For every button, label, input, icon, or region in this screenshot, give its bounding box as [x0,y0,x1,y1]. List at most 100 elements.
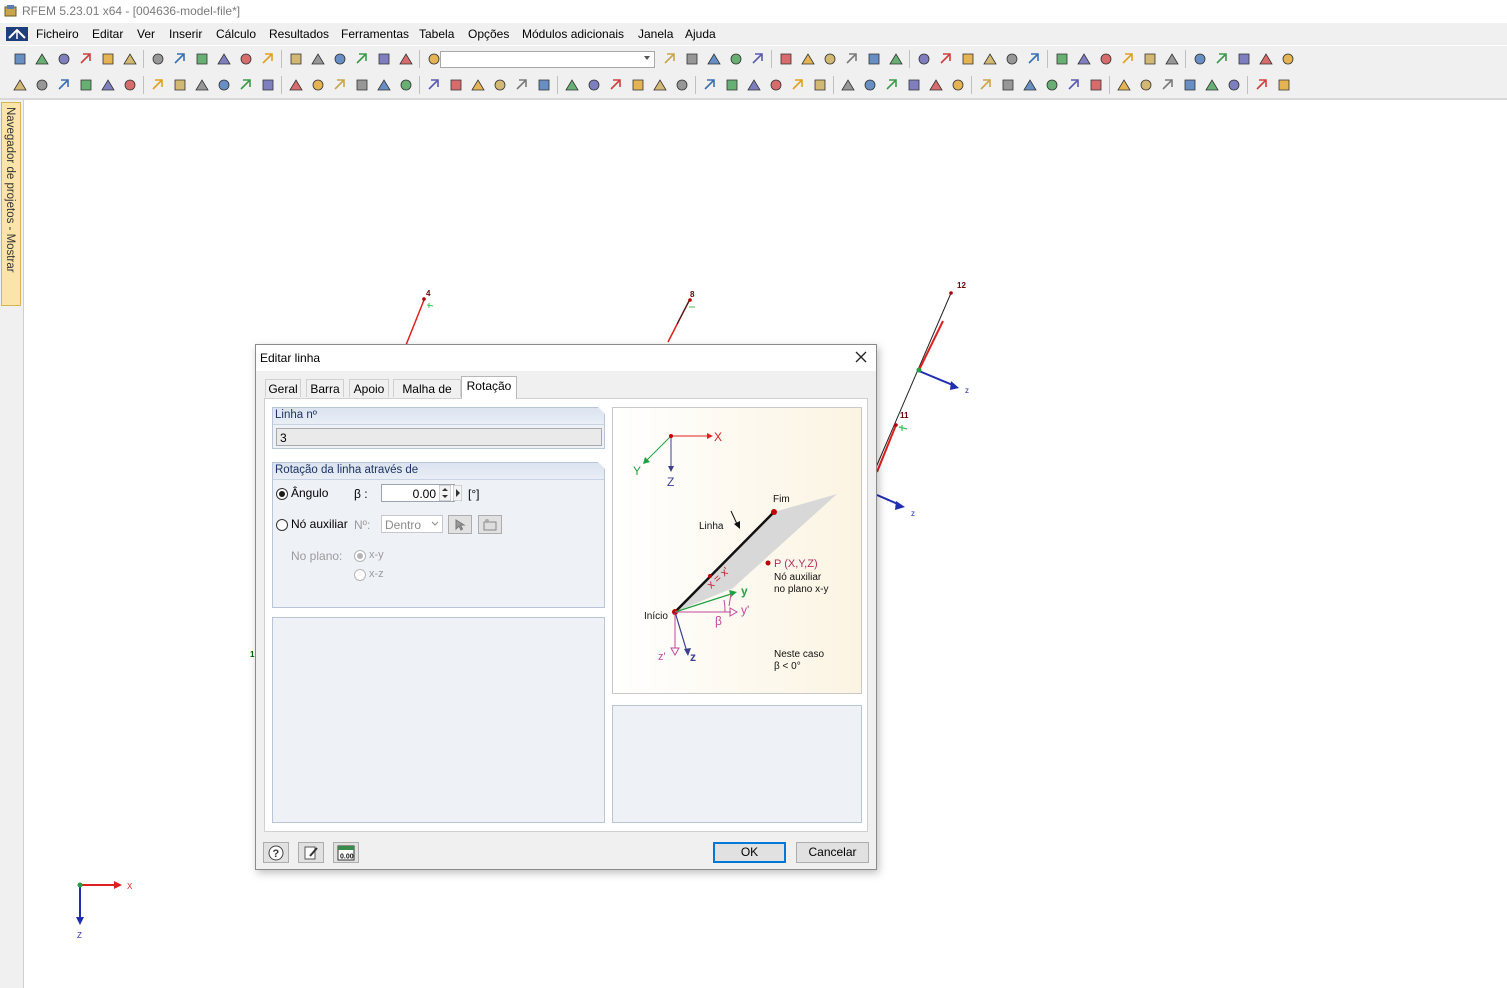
toolbar-tool-icon[interactable] [354,77,370,93]
toolbar-tool-icon[interactable] [768,77,784,93]
menu-ajuda[interactable]: Ajuda [685,27,716,41]
toolbar-tool-icon[interactable] [172,51,188,67]
toolbar-tool-icon[interactable] [514,77,530,93]
toolbar-tool-icon[interactable] [56,77,72,93]
menu-calculo[interactable]: Cálculo [216,27,256,41]
toolbar-tool-icon[interactable] [982,51,998,67]
toolbar-tool-icon[interactable] [1004,51,1020,67]
toolbar-tool-icon[interactable] [100,77,116,93]
toolbar-tool-icon[interactable] [100,51,116,67]
toolbar-tool-icon[interactable] [844,51,860,67]
toolbar-tool-icon[interactable] [448,77,464,93]
toolbar-tool-icon[interactable] [674,77,690,93]
toolbar-tool-icon[interactable] [260,77,276,93]
toolbar-tool-icon[interactable] [1182,77,1198,93]
toolbar-tool-icon[interactable] [1164,51,1180,67]
toolbar-tool-icon[interactable] [1258,51,1274,67]
toolbar-tool-icon[interactable] [376,51,392,67]
toolbar-tool-icon[interactable] [1066,77,1082,93]
member-line[interactable] [676,300,690,325]
toolbar-tool-icon[interactable] [1254,77,1270,93]
toolbar-tool-icon[interactable] [492,77,508,93]
toolbar-tool-icon[interactable] [822,51,838,67]
radio-angle[interactable] [276,488,288,500]
radio-plane-xz[interactable] [354,569,366,581]
toolbar-tool-icon[interactable] [1280,51,1296,67]
toolbar-tool-icon[interactable] [706,51,722,67]
toolbar-tool-icon[interactable] [1098,51,1114,67]
toolbar-tool-icon[interactable] [354,51,370,67]
toolbar-tool-icon[interactable] [34,51,50,67]
toolbar-tool-icon[interactable] [702,77,718,93]
toolbar-tool-icon[interactable] [938,51,954,67]
menu-inserir[interactable]: Inserir [169,27,202,41]
toolbar-tool-icon[interactable] [1192,51,1208,67]
toolbar-tool-icon[interactable] [470,77,486,93]
toolbar-tool-icon[interactable] [950,77,966,93]
radio-plane-xy[interactable] [354,550,366,562]
toolbar-tool-icon[interactable] [888,51,904,67]
toolbar-tool-icon[interactable] [216,51,232,67]
member-line[interactable] [876,424,897,473]
toolbar-tool-icon[interactable] [960,51,976,67]
toolbar-tool-icon[interactable] [238,77,254,93]
toolbar-tool-icon[interactable] [12,51,28,67]
toolbar-tool-icon[interactable] [1116,77,1132,93]
toolbar-tool-icon[interactable] [1160,77,1176,93]
toolbar-tool-icon[interactable] [310,51,326,67]
menu-tabela[interactable]: Tabela [419,27,454,41]
toolbar-tool-icon[interactable] [216,77,232,93]
toolbar-tool-icon[interactable] [884,77,900,93]
toolbar-tool-icon[interactable] [122,51,138,67]
toolbar-tool-icon[interactable] [238,51,254,67]
toolbar-tool-icon[interactable] [78,51,94,67]
toolbar-tool-icon[interactable] [288,77,304,93]
toolbar-tool-icon[interactable] [564,77,580,93]
toolbar-tool-icon[interactable] [1026,51,1042,67]
menu-ferramentas[interactable]: Ferramentas [341,27,409,41]
toolbar-tool-icon[interactable] [866,51,882,67]
toolbar-tool-icon[interactable] [724,77,740,93]
toolbar-tool-icon[interactable] [1022,77,1038,93]
tab-barra[interactable]: Barra [306,379,344,397]
node-marker[interactable] [916,367,922,373]
toolbar-tool-icon[interactable] [78,77,94,93]
toolbar-tool-icon[interactable] [34,77,50,93]
cancel-button[interactable]: Cancelar [796,842,869,863]
toolbar-tool-icon[interactable] [778,51,794,67]
toolbar-tool-icon[interactable] [536,77,552,93]
toolbar-tool-icon[interactable] [288,51,304,67]
toolbar-tool-icon[interactable] [1142,51,1158,67]
tab-geral[interactable]: Geral [265,379,301,397]
help-button[interactable]: ? [263,842,289,863]
toolbar-tool-icon[interactable] [376,77,392,93]
toolbar-tool-icon[interactable] [1088,77,1104,93]
menu-ficheiro[interactable]: Ficheiro [36,27,79,41]
toolbar-tool-icon[interactable] [812,77,828,93]
toolbar-tool-icon[interactable] [728,51,744,67]
toolbar-tool-icon[interactable] [12,77,28,93]
pick-node-button[interactable] [448,515,472,534]
node-marker[interactable] [949,291,953,295]
toolbar-tool-icon[interactable] [310,77,326,93]
units-button[interactable]: 0.00 [333,842,359,863]
load-case-combo[interactable] [440,51,655,68]
menu-opcoes[interactable]: Opções [468,27,509,41]
toolbar-tool-icon[interactable] [260,51,276,67]
toolbar-tool-icon[interactable] [608,77,624,93]
toolbar-tool-icon[interactable] [862,77,878,93]
toolbar-tool-icon[interactable] [426,77,442,93]
toolbar-tool-icon[interactable] [1214,51,1230,67]
radio-aux-node[interactable] [276,519,288,531]
toolbar-tool-icon[interactable] [684,51,700,67]
edit-button[interactable] [298,842,324,863]
close-icon[interactable] [854,350,868,364]
toolbar-tool-icon[interactable] [1044,77,1060,93]
arrow-right-icon[interactable] [453,485,462,501]
toolbar-tool-icon[interactable] [1226,77,1242,93]
position-select[interactable]: Dentro [381,515,443,533]
toolbar-tool-icon[interactable] [652,77,668,93]
node-marker[interactable] [894,423,898,427]
toolbar-tool-icon[interactable] [928,77,944,93]
toolbar-tool-icon[interactable] [194,77,210,93]
